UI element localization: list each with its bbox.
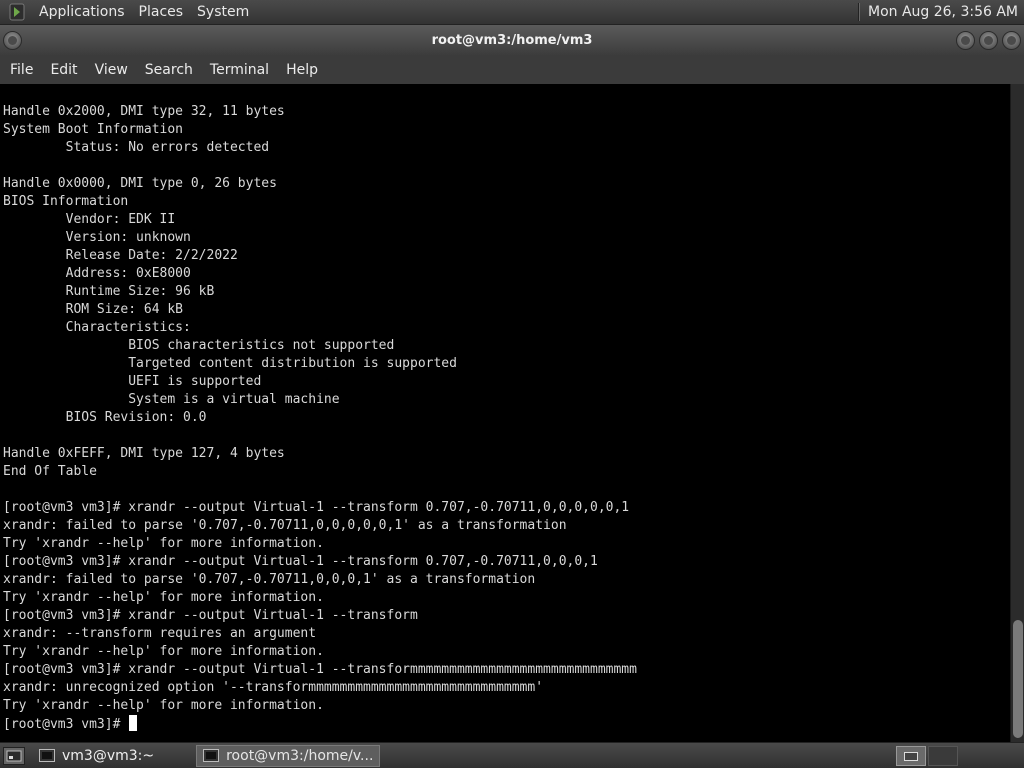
terminal-line: xrandr: failed to parse '0.707,-0.70711,… bbox=[3, 518, 567, 533]
terminal-line: Try 'xrandr --help' for more information… bbox=[3, 644, 324, 659]
terminal-line: [root@vm3 vm3]# xrandr --output Virtual-… bbox=[3, 554, 598, 569]
terminal-line: Characteristics: bbox=[3, 320, 191, 335]
terminal-line: BIOS Revision: 0.0 bbox=[3, 410, 207, 425]
terminal-line: Address: 0xE8000 bbox=[3, 266, 191, 281]
close-button[interactable] bbox=[1002, 31, 1021, 50]
workspace-switcher-2[interactable] bbox=[928, 746, 958, 766]
terminal-line: xrandr: --transform requires an argument bbox=[3, 626, 317, 641]
places-menu[interactable]: Places bbox=[132, 4, 191, 20]
terminal-line: Runtime Size: 96 kB bbox=[3, 284, 215, 299]
menu-edit[interactable]: Edit bbox=[43, 62, 84, 78]
top-panel: Applications Places System Mon Aug 26, 3… bbox=[0, 0, 1024, 25]
terminal-line: xrandr: failed to parse '0.707,-0.70711,… bbox=[3, 572, 536, 587]
text-cursor bbox=[129, 715, 138, 731]
terminal-line: Version: unknown bbox=[3, 230, 191, 245]
terminal-line: Try 'xrandr --help' for more information… bbox=[3, 698, 324, 713]
terminal-line: Try 'xrandr --help' for more information… bbox=[3, 590, 324, 605]
taskbar-item-label: root@vm3:/home/v... bbox=[226, 747, 374, 764]
menu-file[interactable]: File bbox=[3, 62, 40, 78]
taskbar-item-label: vm3@vm3:~ bbox=[62, 747, 155, 764]
window-title: root@vm3:/home/vm3 bbox=[431, 33, 593, 48]
terminal-line: Try 'xrandr --help' for more information… bbox=[3, 536, 324, 551]
terminal-prompt: [root@vm3 vm3]# bbox=[3, 717, 129, 732]
terminal-line: End Of Table bbox=[3, 464, 97, 479]
terminal-line: BIOS Information bbox=[3, 194, 129, 209]
terminal-line: Vendor: EDK II bbox=[3, 212, 176, 227]
terminal-line: [root@vm3 vm3]# xrandr --output Virtual-… bbox=[3, 662, 637, 677]
maximize-button[interactable] bbox=[979, 31, 998, 50]
terminal-line: Handle 0x2000, DMI type 32, 11 bytes bbox=[3, 104, 285, 119]
panel-separator bbox=[857, 3, 860, 21]
taskbar-item-root-terminal[interactable]: root@vm3:/home/v... bbox=[196, 744, 381, 767]
terminal-line: Handle 0xFEFF, DMI type 127, 4 bytes bbox=[3, 446, 285, 461]
terminal-line: ROM Size: 64 kB bbox=[3, 302, 184, 317]
terminal-line: Targeted content distribution is support… bbox=[3, 356, 457, 371]
scrollbar-thumb[interactable] bbox=[1013, 620, 1023, 738]
workspace-window-preview bbox=[904, 751, 918, 761]
menu-help[interactable]: Help bbox=[279, 62, 325, 78]
bottom-panel: vm3@vm3:~ root@vm3:/home/v... bbox=[0, 742, 1024, 768]
terminal-line: Handle 0x0000, DMI type 0, 26 bytes bbox=[3, 176, 277, 191]
terminal-line: [root@vm3 vm3]# xrandr --output Virtual-… bbox=[3, 608, 418, 623]
show-desktop-icon[interactable] bbox=[3, 746, 25, 765]
gnome-foot-icon[interactable] bbox=[8, 3, 26, 21]
terminal-icon bbox=[39, 749, 55, 762]
terminal-line: System is a virtual machine bbox=[3, 392, 340, 407]
terminal-line: BIOS characteristics not supported bbox=[3, 338, 395, 353]
menu-search[interactable]: Search bbox=[138, 62, 200, 78]
terminal-line: [root@vm3 vm3]# xrandr --output Virtual-… bbox=[3, 500, 630, 515]
terminal-line: Status: No errors detected bbox=[3, 140, 270, 155]
window-menu-button[interactable] bbox=[3, 31, 22, 50]
menu-view[interactable]: View bbox=[88, 62, 135, 78]
minimize-button[interactable] bbox=[956, 31, 975, 50]
terminal-prompt-line: [root@vm3 vm3]# bbox=[3, 715, 1010, 733]
taskbar-item-vm3-home[interactable]: vm3@vm3:~ bbox=[33, 745, 160, 767]
terminal-line: xrandr: unrecognized option '--transform… bbox=[3, 680, 544, 695]
terminal-line: UEFI is supported bbox=[3, 374, 262, 389]
terminal-line: System Boot Information bbox=[3, 122, 184, 137]
menu-terminal[interactable]: Terminal bbox=[203, 62, 276, 78]
terminal-icon bbox=[203, 749, 220, 762]
terminal-scrollbar[interactable] bbox=[1010, 84, 1024, 742]
terminal-menubar: File Edit View Search Terminal Help bbox=[0, 56, 1024, 84]
terminal-line: Release Date: 2/2/2022 bbox=[3, 248, 238, 263]
panel-clock[interactable]: Mon Aug 26, 3:56 AM bbox=[868, 4, 1024, 20]
applications-menu[interactable]: Applications bbox=[32, 4, 132, 20]
window-titlebar[interactable]: root@vm3:/home/vm3 bbox=[0, 25, 1024, 56]
terminal-output[interactable]: Handle 0x2000, DMI type 32, 11 bytes Sys… bbox=[0, 84, 1010, 742]
system-menu[interactable]: System bbox=[190, 4, 256, 20]
workspace-switcher-1[interactable] bbox=[896, 746, 926, 766]
